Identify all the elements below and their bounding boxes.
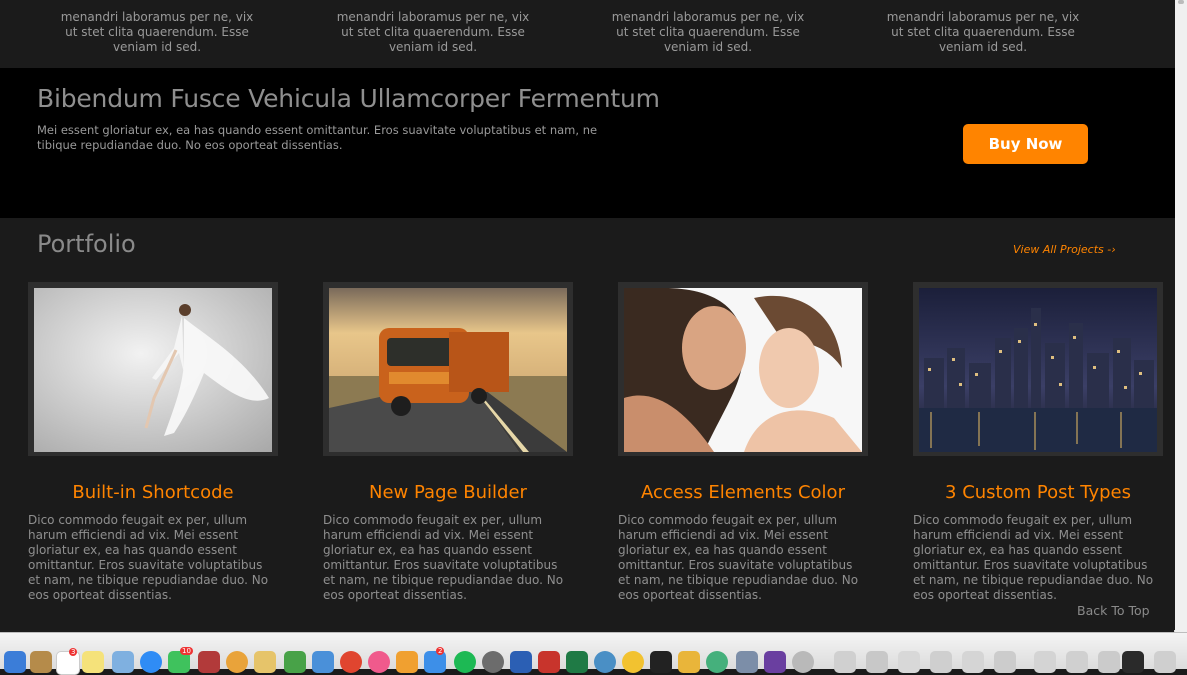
window-thumbnail-icon[interactable]	[1122, 651, 1144, 673]
terminal-icon[interactable]	[650, 651, 672, 673]
cta-title: Bibendum Fusce Vehicula Ullamcorper Ferm…	[37, 84, 660, 113]
lightbulb-icon[interactable]	[622, 651, 644, 673]
facetime-icon[interactable]: 10	[168, 647, 193, 673]
window-thumbnail-icon[interactable]	[962, 651, 984, 673]
window-thumbnail-icon[interactable]	[994, 651, 1016, 673]
finder-icon[interactable]	[4, 651, 26, 673]
back-to-top-link[interactable]: Back To Top	[1077, 603, 1150, 618]
notification-badge: 3	[69, 648, 78, 656]
app-icon[interactable]	[792, 651, 814, 673]
portfolio-card-text: Dico commodo feugait ex per, ullum harum…	[618, 513, 859, 602]
window-thumbnail-icon[interactable]	[866, 651, 888, 673]
dock: 3 10 2	[0, 632, 1187, 675]
couple-image	[624, 288, 862, 452]
trash-icon[interactable]	[1154, 651, 1176, 673]
bus-image	[329, 288, 567, 452]
notification-badge: 2	[436, 647, 445, 655]
portfolio-title: Portfolio	[37, 230, 136, 258]
call-to-action-band: Bibendum Fusce Vehicula Ullamcorper Ferm…	[0, 68, 1175, 218]
feature-text: menandri laboramus per ne, vix ut stet c…	[60, 10, 254, 54]
ibooks-icon[interactable]	[396, 651, 418, 673]
spotify-icon[interactable]	[454, 651, 476, 673]
portfolio-thumbnail[interactable]	[913, 282, 1163, 456]
app-icon[interactable]	[706, 651, 728, 673]
notes-icon[interactable]	[82, 651, 104, 673]
portfolio-card: New Page Builder Dico commodo feugait ex…	[323, 282, 573, 603]
city-skyline-image	[919, 288, 1157, 452]
view-all-projects-link[interactable]: View All Projects -›	[1013, 243, 1116, 256]
contacts-icon[interactable]	[30, 651, 52, 673]
window-thumbnail-icon[interactable]	[930, 651, 952, 673]
portfolio-card-title[interactable]: Access Elements Color	[618, 482, 868, 503]
portfolio-card-text: Dico commodo feugait ex per, ullum harum…	[28, 513, 269, 602]
window-thumbnail-icon[interactable]	[834, 651, 856, 673]
books-icon[interactable]	[254, 651, 276, 673]
word-icon[interactable]	[510, 651, 532, 673]
messages-icon[interactable]	[140, 651, 162, 673]
window-thumbnail-icon[interactable]	[898, 651, 920, 673]
cta-description: Mei essent gloriatur ex, ea has quando e…	[37, 123, 598, 152]
portfolio-card: Built-in Shortcode Dico commodo feugait …	[28, 282, 278, 603]
calendar-icon[interactable]: 3	[56, 648, 80, 675]
powerpoint-icon[interactable]	[538, 651, 560, 673]
portfolio-thumbnail[interactable]	[323, 282, 573, 456]
portfolio-card-title[interactable]: Built-in Shortcode	[28, 482, 278, 503]
network-icon[interactable]	[594, 651, 616, 673]
photos-icon[interactable]	[226, 651, 248, 673]
app-icon[interactable]	[736, 651, 758, 673]
app-store-icon[interactable]: 2	[424, 647, 446, 673]
app-icon[interactable]	[678, 651, 700, 673]
preview-icon[interactable]	[112, 651, 134, 673]
feature-text: menandri laboramus per ne, vix ut stet c…	[336, 10, 530, 54]
portfolio-card-title[interactable]: 3 Custom Post Types	[913, 482, 1163, 503]
dancer-image	[34, 288, 272, 452]
portfolio-card: 3 Custom Post Types Dico commodo feugait…	[913, 282, 1163, 603]
window-thumbnail-icon[interactable]	[1098, 651, 1120, 673]
portfolio-section: Portfolio View All Projects -› Built-in …	[0, 218, 1175, 630]
portfolio-card-title[interactable]: New Page Builder	[323, 482, 573, 503]
app-icon[interactable]	[764, 651, 786, 673]
keynote-icon[interactable]	[312, 651, 334, 673]
portfolio-thumbnail[interactable]	[28, 282, 278, 456]
excel-icon[interactable]	[566, 651, 588, 673]
portfolio-card-text: Dico commodo feugait ex per, ullum harum…	[323, 513, 564, 602]
feature-text: menandri laboramus per ne, vix ut stet c…	[886, 10, 1080, 54]
portfolio-card: Access Elements Color Dico commodo feuga…	[618, 282, 868, 603]
numbers-icon[interactable]	[284, 651, 306, 673]
window-thumbnail-icon[interactable]	[1066, 651, 1088, 673]
window-thumbnail-icon[interactable]	[1034, 651, 1056, 673]
itunes-icon[interactable]	[368, 651, 390, 673]
system-preferences-icon[interactable]	[482, 651, 504, 673]
features-strip: menandri laboramus per ne, vix ut stet c…	[0, 0, 1175, 68]
notification-badge: 10	[180, 647, 193, 655]
feature-text: menandri laboramus per ne, vix ut stet c…	[611, 10, 805, 54]
scrollbar-thumb[interactable]	[1178, 0, 1184, 4]
chrome-icon[interactable]	[340, 651, 362, 673]
photo-booth-icon[interactable]	[198, 651, 220, 673]
scrollbar[interactable]	[1174, 0, 1187, 632]
portfolio-card-text: Dico commodo feugait ex per, ullum harum…	[913, 513, 1154, 602]
buy-now-button[interactable]: Buy Now	[963, 124, 1088, 164]
portfolio-thumbnail[interactable]	[618, 282, 868, 456]
